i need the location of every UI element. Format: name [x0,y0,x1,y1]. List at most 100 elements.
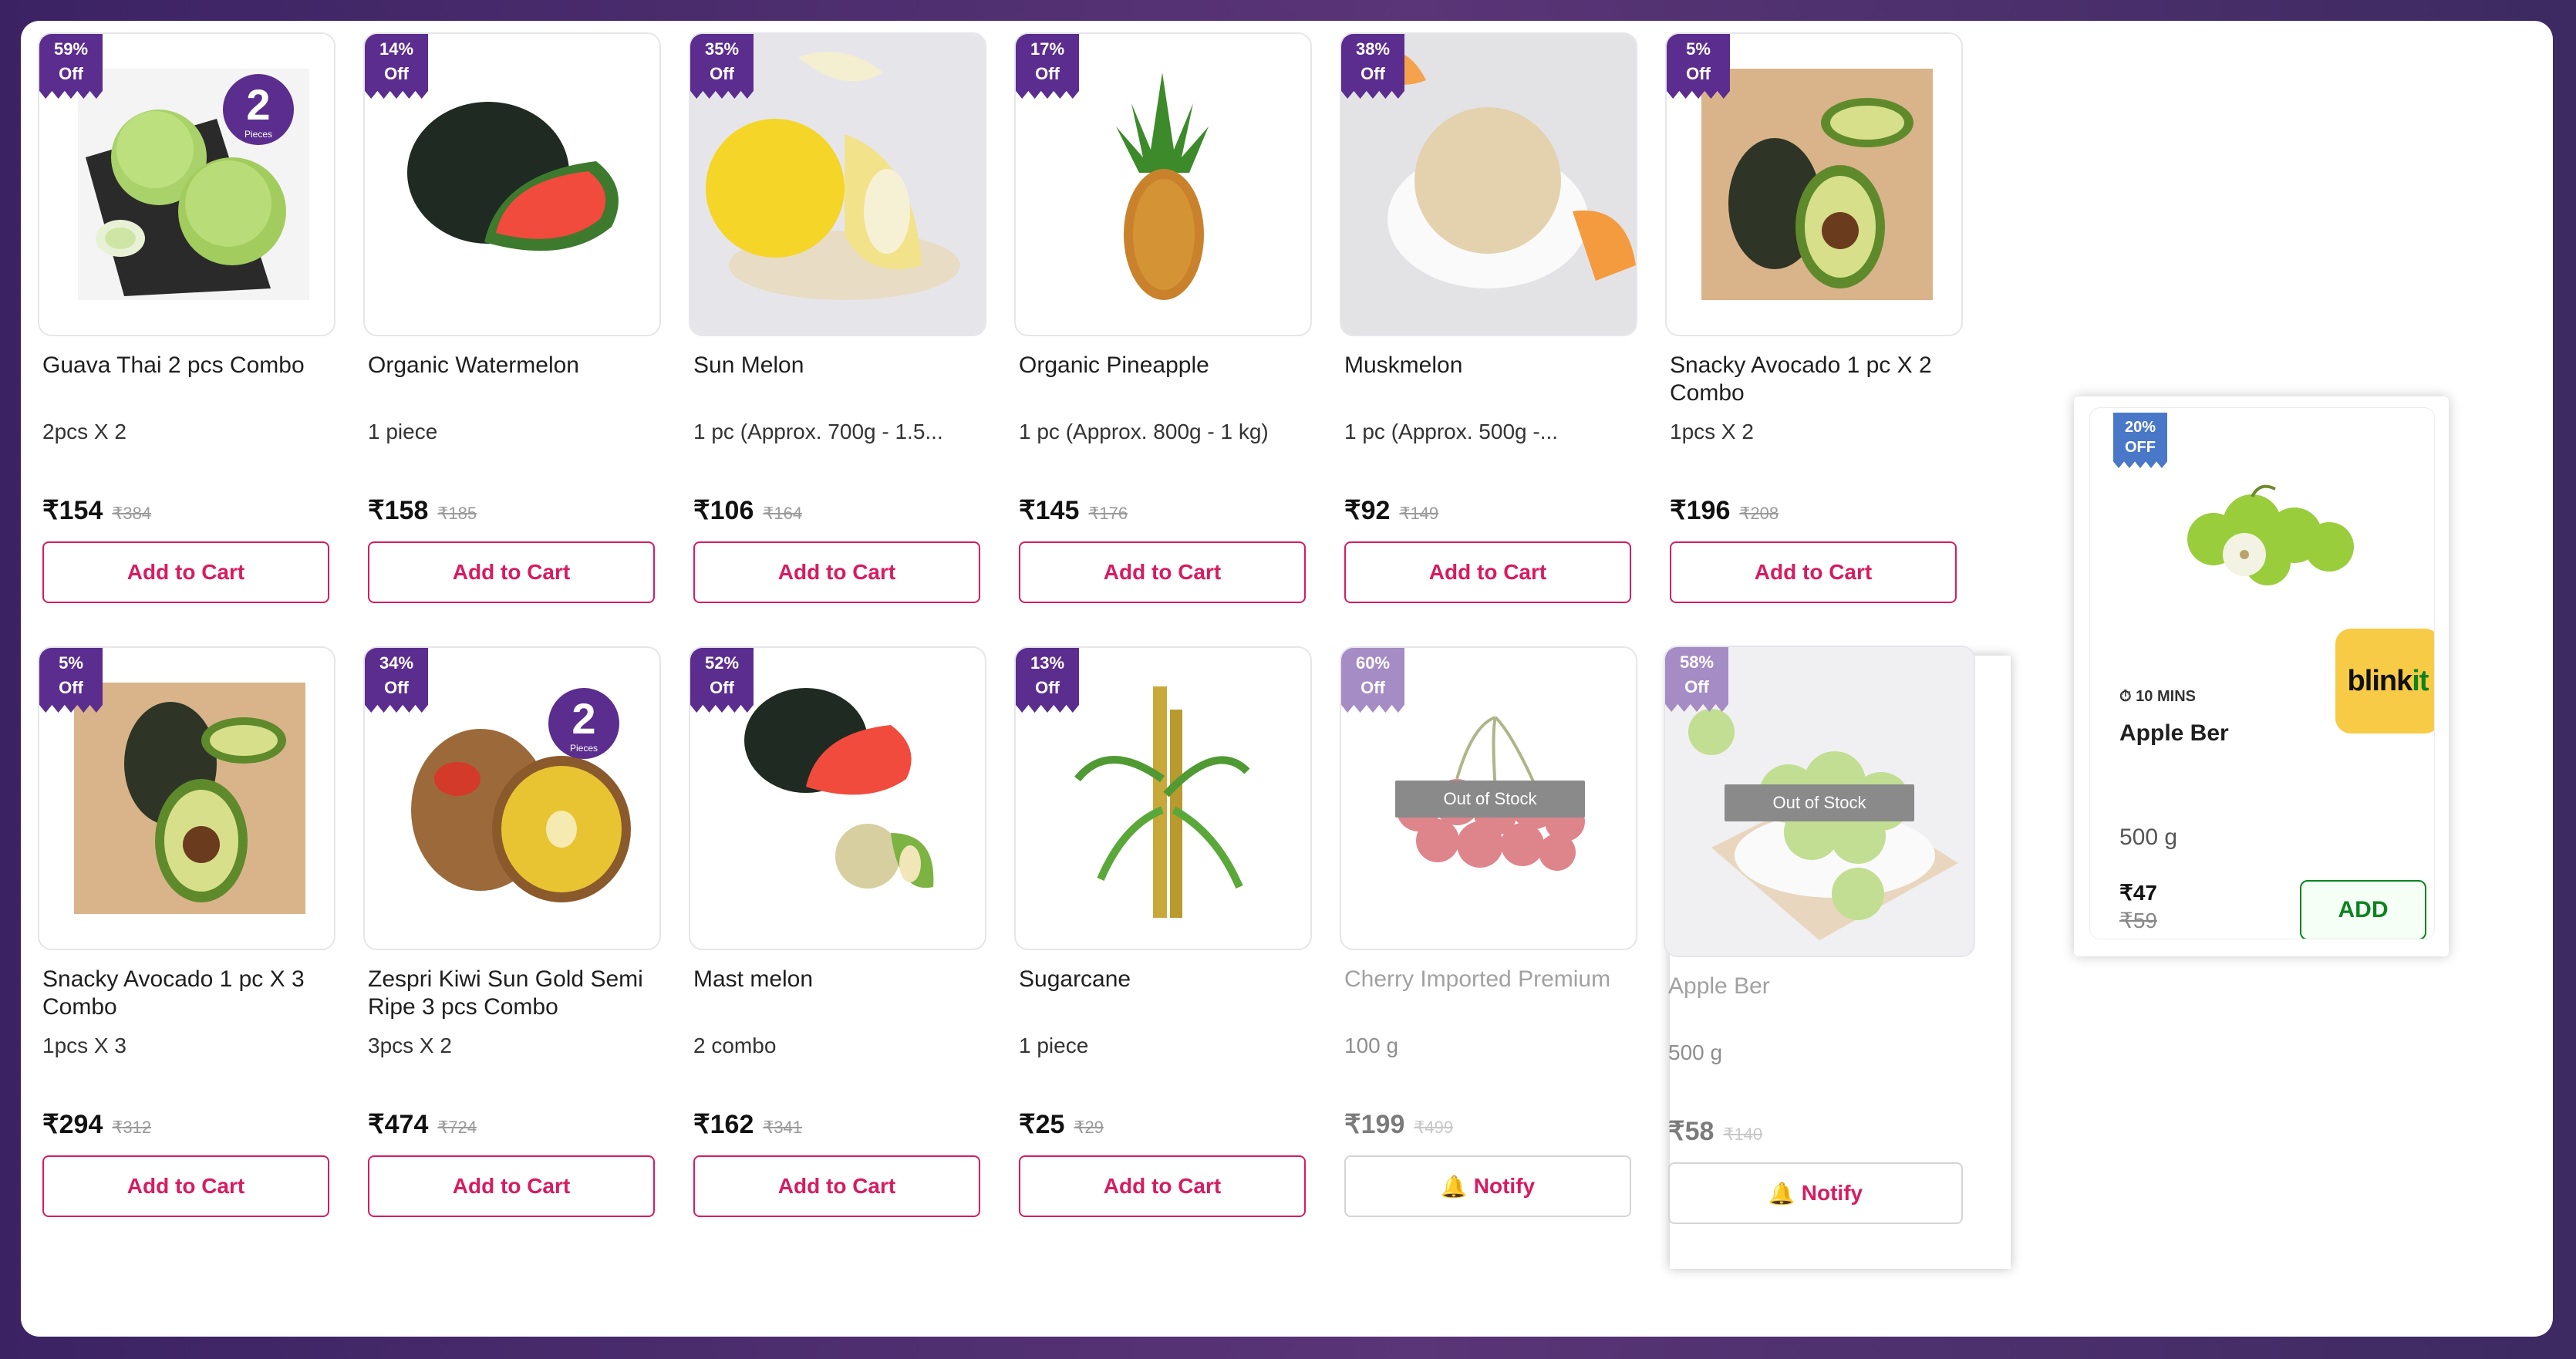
bell-icon: 🔔 [1440,1174,1468,1199]
discount-badge: 59% Off [39,34,103,99]
price: ₹158 [368,496,429,525]
mrp: ₹384 [112,504,152,523]
price-row: ₹158 ₹185 [363,495,661,526]
discount-badge: 20% OFF [2113,413,2167,468]
product-card[interactable]: 59% Off 2 Pieces Guava Thai 2 pcs Combo 2p… [38,32,335,603]
product-name: Organic Pineapple [1019,352,1209,378]
notify-label: Notify [1473,1174,1536,1198]
product-grid-panel: 59% Off 2 Pieces Guava Thai 2 pcs Combo 2p… [21,21,2553,1337]
discount-badge: 5% Off [39,648,103,713]
product-name: Sun Melon [693,352,804,378]
product-image[interactable]: 17% Off [1014,32,1312,336]
notify-button[interactable]: 🔔 Notify [1344,1155,1631,1217]
product-card[interactable]: 5% Off Snacky Avocado 1 pc X 3 Combo 1pcs… [38,646,335,1217]
mrp: ₹499 [1414,1118,1454,1137]
product-quantity: 500 g [1668,1040,1723,1064]
price-row: ₹196 ₹208 [1665,495,1963,526]
add-button[interactable]: ADD [2300,880,2426,939]
mrp: ₹724 [437,1118,477,1137]
price: ₹474 [368,1110,429,1139]
product-image[interactable]: 14% Off [363,32,661,336]
price-row: ₹25 ₹29 [1014,1109,1312,1140]
price: ₹92 [1344,496,1391,525]
discount-badge: 17% Off [1016,34,1079,99]
product-image[interactable]: 60% Off Out of Stock [1340,646,1637,950]
mrp: ₹208 [1739,504,1779,523]
product-quantity: 500 g [2119,825,2178,850]
product-name: Guava Thai 2 pcs Combo [42,352,305,378]
blinkit-product-card[interactable]: 20% OFF blink it ⏱ 10 MINS Apple Ber 500 g… [2089,407,2435,939]
delivery-time: ⏱ 10 MINS [2119,688,2196,705]
product-name: Apple Ber [2119,720,2229,746]
blinkit-comparison-card: 20% OFF blink it ⏱ 10 MINS Apple Ber 500 g… [2074,396,2449,956]
product-quantity: 1 piece [1019,1034,1089,1057]
discount-badge: 38% Off [1341,34,1404,99]
discount-badge: 58% Off [1665,647,1728,712]
product-quantity: 2 combo [693,1034,777,1057]
product-card[interactable]: 38% Off Muskmelon 1 pc (Approx. 500g -...… [1340,32,1637,603]
price: ₹294 [42,1110,103,1139]
product-card[interactable]: 17% Off Organic Pineapple 1 pc (Approx. 8… [1014,32,1312,603]
add-to-cart-button[interactable]: Add to Cart [693,541,980,603]
product-name: Snacky Avocado 1 pc X 2 Combo [1670,352,1932,406]
mrp: ₹149 [1399,504,1439,523]
product-name: Cherry Imported Premium [1344,966,1611,992]
product-quantity: 1pcs X 2 [1670,420,1754,443]
bell-icon: 🔔 [1768,1181,1795,1206]
price-row: ₹162 ₹341 [689,1109,986,1140]
product-image[interactable]: 13% Off [1014,646,1312,950]
price-row: ₹199 ₹499 [1340,1109,1637,1140]
add-to-cart-button[interactable]: Add to Cart [1344,541,1631,603]
product-card[interactable]: 58% Off Out of Stock Apple Ber 500 g ₹58 ₹… [1664,646,1975,1224]
price: ₹154 [42,496,103,525]
add-to-cart-button[interactable]: Add to Cart [693,1155,980,1217]
add-to-cart-button[interactable]: Add to Cart [1019,1155,1306,1217]
discount-badge: 35% Off [690,34,754,99]
product-image[interactable]: 34% Off 2 Pieces [363,646,661,950]
product-card[interactable]: 52% Off Mast melon 2 combo ₹162 ₹341 Add t… [689,646,986,1217]
add-to-cart-button[interactable]: Add to Cart [368,541,655,603]
product-card[interactable]: 60% Off Out of Stock Cherry Imported Prem… [1340,646,1637,1217]
mrp: ₹176 [1088,504,1128,523]
add-to-cart-button[interactable]: Add to Cart [42,1155,329,1217]
product-quantity: 1 pc (Approx. 700g - 1.5... [693,420,943,443]
product-image[interactable]: 35% Off [689,32,986,336]
product-card[interactable]: 34% Off 2 Pieces Zespri Kiwi Sun Gold Semi… [363,646,661,1217]
product-card[interactable]: 13% Off Sugarcane 1 piece ₹25 ₹29 Add to C… [1014,646,1312,1217]
notify-button[interactable]: 🔔 Notify [1668,1162,1963,1224]
add-to-cart-button[interactable]: Add to Cart [1670,541,1957,603]
product-card[interactable]: 14% Off Organic Watermelon 1 piece ₹158 ₹1… [363,32,661,603]
timer-icon: ⏱ [2119,688,2132,705]
add-to-cart-button[interactable]: Add to Cart [42,541,329,603]
product-name: Muskmelon [1344,352,1463,378]
discount-badge: 13% Off [1016,648,1079,713]
product-name: Sugarcane [1019,966,1131,992]
discount-badge: 14% Off [365,34,428,99]
mrp: ₹312 [112,1118,152,1137]
price-row: ₹58 ₹140 [1664,1116,1972,1147]
product-image[interactable]: 38% Off [1340,32,1637,336]
product-name: Apple Ber [1668,973,1770,999]
price-row: ₹154 ₹384 [38,495,335,526]
product-quantity: 3pcs X 2 [368,1034,452,1057]
product-image[interactable]: 58% Off Out of Stock [1664,646,1975,957]
add-to-cart-button[interactable]: Add to Cart [1019,541,1306,603]
product-image[interactable]: 5% Off [38,646,335,950]
blinkit-logo: blink it [2335,629,2434,733]
product-card[interactable]: 35% Off Sun Melon 1 pc (Approx. 700g - 1.… [689,32,986,603]
product-image[interactable]: 59% Off 2 Pieces [38,32,335,336]
product-image[interactable]: 5% Off [1665,32,1963,336]
discount-badge: 52% Off [690,648,754,713]
product-card[interactable]: 5% Off Snacky Avocado 1 pc X 2 Combo 1pcs… [1665,32,1963,603]
discount-badge: 5% Off [1667,34,1730,99]
price: ₹199 [1344,1110,1405,1139]
notify-label: Notify [1801,1181,1863,1205]
price-row: ₹294 ₹312 [38,1109,335,1140]
out-of-stock-label: Out of Stock [1725,784,1914,821]
product-quantity: 1 pc (Approx. 500g -... [1344,420,1559,443]
pieces-badge: 2 Pieces [548,688,619,759]
add-to-cart-button[interactable]: Add to Cart [368,1155,655,1217]
product-name: Mast melon [693,966,814,992]
product-image[interactable]: 52% Off [689,646,986,950]
discount-badge: 34% Off [365,648,428,713]
